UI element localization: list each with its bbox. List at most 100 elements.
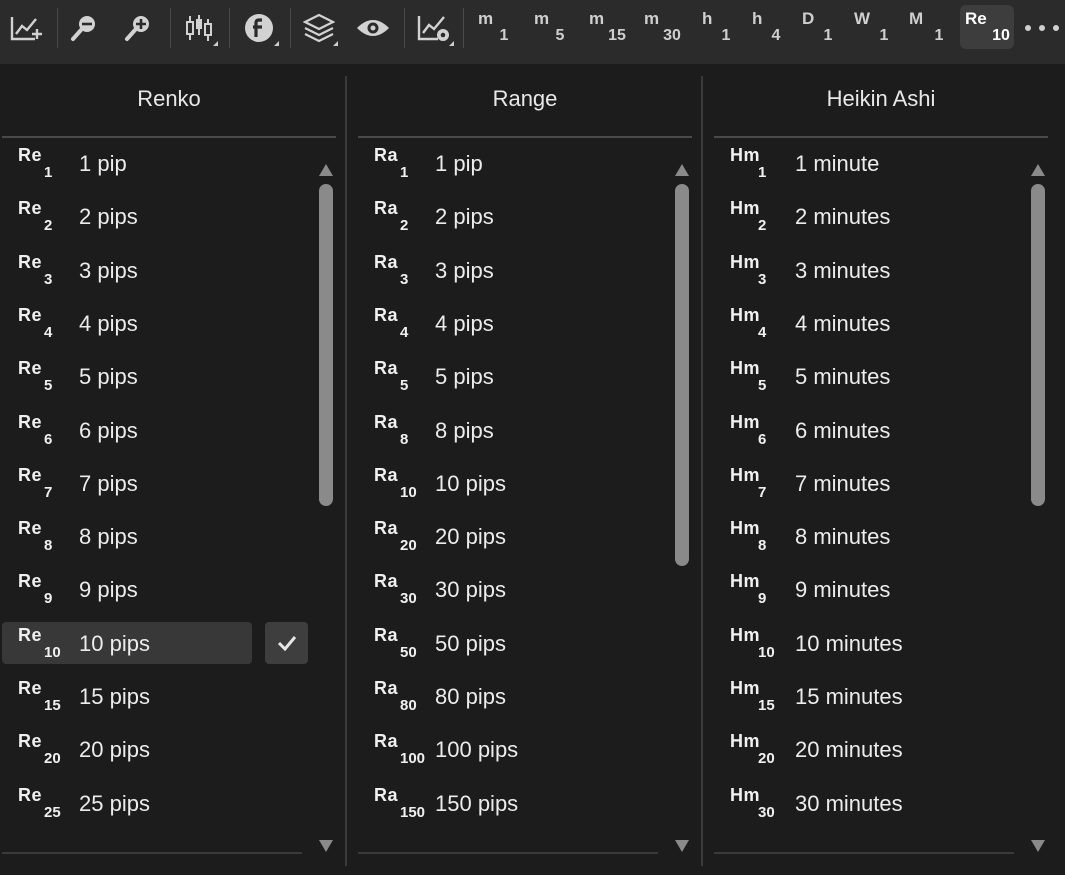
item-subscript: 100 xyxy=(400,750,426,767)
scroll-up-icon[interactable] xyxy=(675,164,689,176)
list-item[interactable]: Ra 1 1 pip xyxy=(358,142,608,184)
item-label: 3 minutes xyxy=(795,258,891,283)
scroll-down-icon[interactable] xyxy=(319,840,333,852)
scroll-up-icon[interactable] xyxy=(1031,164,1045,176)
layers-button[interactable] xyxy=(296,6,342,50)
list-item[interactable]: Hm 30 30 minutes xyxy=(714,782,964,824)
item-label: 5 minutes xyxy=(795,364,891,389)
list-item[interactable]: Re 25 25 pips xyxy=(2,782,252,824)
timeframe-m15-button[interactable]: m 15 xyxy=(581,5,626,49)
list-item[interactable]: Ra 2 2 pips xyxy=(358,195,608,237)
item-abbreviation: Re xyxy=(18,625,43,645)
list-item[interactable]: Ra 4 4 pips xyxy=(358,302,608,344)
list-item[interactable]: Ra 8 8 pips xyxy=(358,409,608,451)
timeframe-value: 4 xyxy=(771,27,781,44)
list-item[interactable]: Hm 10 10 minutes xyxy=(714,622,964,664)
item-label: 9 pips xyxy=(79,577,138,602)
toolbar-separator xyxy=(170,8,171,48)
timeframe-value: 1 xyxy=(934,27,944,44)
list-item[interactable]: Hm 4 4 minutes xyxy=(714,302,964,344)
item-abbreviation: Hm xyxy=(730,518,761,538)
timeframe-m30-button[interactable]: m 30 xyxy=(636,5,681,49)
timeframe-m5-button[interactable]: m 5 xyxy=(526,5,568,49)
item-subscript: 50 xyxy=(400,644,417,661)
scrollbar-thumb[interactable] xyxy=(319,184,333,506)
toolbar-separator xyxy=(404,8,405,48)
item-label: 10 pips xyxy=(79,631,150,656)
timeframe-h1-button[interactable]: h 1 xyxy=(694,5,736,49)
timeframe-unit: W xyxy=(854,9,871,28)
item-abbreviation: Hm xyxy=(730,145,761,165)
list-item[interactable]: Ra 5 5 pips xyxy=(358,355,608,397)
list-item[interactable]: Ra 3 3 pips xyxy=(358,249,608,291)
list-item[interactable]: Hm 9 9 minutes xyxy=(714,568,964,610)
indicators-button[interactable] xyxy=(235,6,283,50)
list-item[interactable]: Hm 20 20 minutes xyxy=(714,728,964,770)
list-item[interactable]: Hm 15 15 minutes xyxy=(714,675,964,717)
list-item[interactable]: Re 9 9 pips xyxy=(2,568,252,610)
chart-type-button[interactable] xyxy=(176,6,222,50)
toolbar: m 1 m 5 m 15 m 30 h 1 h 4 D 1 W 1 M 1 Re… xyxy=(0,0,1065,64)
item-abbreviation: Re xyxy=(18,412,43,432)
list-item[interactable]: Hm 7 7 minutes xyxy=(714,462,964,504)
list-item[interactable]: Re 6 6 pips xyxy=(2,409,252,451)
timeframe-value: 1 xyxy=(823,27,833,44)
item-abbreviation: Re xyxy=(18,785,43,805)
scrollbar-thumb[interactable] xyxy=(1031,184,1045,506)
scrollbar-thumb[interactable] xyxy=(675,184,689,566)
timeframe-m1-button[interactable]: m 1 xyxy=(470,5,512,49)
timeframe-value: 1 xyxy=(499,27,509,44)
list-item[interactable]: Hm 2 2 minutes xyxy=(714,195,964,237)
selected-check-button[interactable] xyxy=(265,622,308,664)
item-subscript: 1 xyxy=(758,164,767,181)
add-chart-button[interactable] xyxy=(4,6,48,50)
visibility-button[interactable] xyxy=(350,6,396,50)
timeframe-re10-button[interactable]: Re 10 xyxy=(960,5,1014,49)
list-item[interactable]: Hm 6 6 minutes xyxy=(714,409,964,451)
more-icon[interactable] xyxy=(1025,18,1059,38)
timeframe-unit: m xyxy=(478,9,494,28)
zoom-out-button[interactable] xyxy=(62,6,106,50)
item-label: 20 minutes xyxy=(795,737,903,762)
list-item[interactable]: Re 10 10 pips xyxy=(2,622,252,664)
dropdown-corner-icon xyxy=(449,41,454,46)
item-abbreviation: Hm xyxy=(730,625,761,645)
timeframe-d1-button[interactable]: D 1 xyxy=(794,5,836,49)
scroll-down-icon[interactable] xyxy=(675,840,689,852)
list-item[interactable]: Re 8 8 pips xyxy=(2,515,252,557)
list-item[interactable]: Re 4 4 pips xyxy=(2,302,252,344)
zoom-in-button[interactable] xyxy=(116,6,160,50)
list-item[interactable]: Re 20 20 pips xyxy=(2,728,252,770)
list-item[interactable]: Ra 150 150 pips xyxy=(358,782,608,824)
column-separator xyxy=(345,76,347,866)
list-item[interactable]: Hm 8 8 minutes xyxy=(714,515,964,557)
timeframe-h4-button[interactable]: h 4 xyxy=(744,5,786,49)
list-item[interactable]: Hm 3 3 minutes xyxy=(714,249,964,291)
list-item[interactable]: Re 5 5 pips xyxy=(2,355,252,397)
list-item[interactable]: Re 7 7 pips xyxy=(2,462,252,504)
list-item[interactable]: Hm 5 5 minutes xyxy=(714,355,964,397)
list-item[interactable]: Re 3 3 pips xyxy=(2,249,252,291)
item-subscript: 10 xyxy=(758,644,775,661)
item-abbreviation: Hm xyxy=(730,252,761,272)
item-label: 9 minutes xyxy=(795,577,891,602)
list-item[interactable]: Ra 100 100 pips xyxy=(358,728,608,770)
list-item[interactable]: Ra 50 50 pips xyxy=(358,622,608,664)
list-item[interactable]: Re 15 15 pips xyxy=(2,675,252,717)
list-item[interactable]: Ra 30 30 pips xyxy=(358,568,608,610)
list-item[interactable]: Hm 1 1 minute xyxy=(714,142,964,184)
timeframe-mn1-button[interactable]: M 1 xyxy=(901,5,943,49)
scroll-down-icon[interactable] xyxy=(1031,840,1045,852)
item-label: 4 pips xyxy=(79,311,138,336)
chart-settings-button[interactable] xyxy=(410,6,458,50)
item-label: 5 pips xyxy=(435,364,494,389)
item-subscript: 20 xyxy=(44,750,61,767)
scroll-up-icon[interactable] xyxy=(319,164,333,176)
list-item[interactable]: Re 2 2 pips xyxy=(2,195,252,237)
list-item[interactable]: Ra 80 80 pips xyxy=(358,675,608,717)
timeframe-w1-button[interactable]: W 1 xyxy=(846,5,888,49)
list-item[interactable]: Re 1 1 pip xyxy=(2,142,252,184)
list-item[interactable]: Ra 20 20 pips xyxy=(358,515,608,557)
list-item[interactable]: Ra 10 10 pips xyxy=(358,462,608,504)
item-label: 30 minutes xyxy=(795,791,903,816)
